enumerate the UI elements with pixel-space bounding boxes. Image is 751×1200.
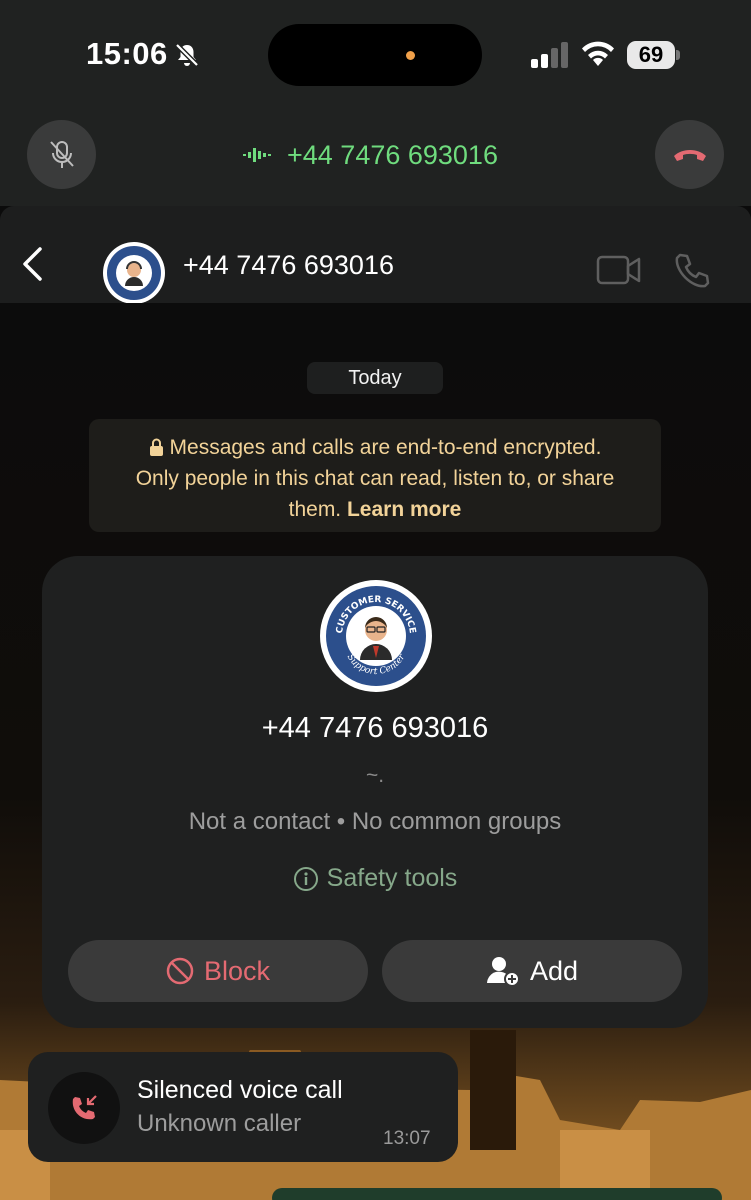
wifi-icon (582, 41, 614, 66)
contact-info-card: CUSTOMER SERVICE Support Center +44 7476… (42, 556, 708, 1028)
video-call-icon[interactable] (596, 254, 642, 286)
mute-button[interactable] (27, 120, 96, 189)
end-call-button[interactable] (655, 120, 724, 189)
block-button[interactable]: Block (68, 940, 368, 1002)
battery-level: 69 (627, 41, 675, 69)
bell-slash-icon (175, 43, 199, 67)
call-event-subtitle: Unknown caller (137, 1110, 302, 1137)
safety-tools-link[interactable]: Safety tools (42, 864, 708, 893)
call-number-text: +44 7476 693016 (287, 139, 498, 170)
dynamic-island (268, 24, 482, 86)
back-chevron-icon[interactable] (20, 246, 44, 282)
battery-icon: 69 (627, 41, 680, 69)
learn-more-link[interactable]: Learn more (347, 498, 461, 521)
card-about: ~. (365, 764, 385, 787)
active-call-bar[interactable]: +44 7476 693016 (0, 108, 751, 206)
card-meta: Not a contact • No common groups (188, 808, 562, 835)
voice-call-icon[interactable] (673, 252, 711, 290)
missed-call-icon-wrap (48, 1072, 120, 1144)
outgoing-bubble-edge (272, 1188, 722, 1200)
block-label: Block (203, 955, 271, 986)
call-event-bubble[interactable]: Silenced voice call Unknown caller 13:07 (28, 1052, 458, 1162)
encryption-line-1: Messages and calls are end-to-end encryp… (169, 436, 602, 459)
cellular-signal-icon (531, 42, 568, 68)
lock-icon (149, 438, 163, 456)
chat-header: +44 7476 693016 (0, 206, 751, 304)
info-icon (293, 866, 318, 891)
clock: 15:06 (86, 36, 168, 71)
encryption-line-2: Only people in this chat can read, liste… (135, 467, 615, 490)
add-label: Add (529, 955, 579, 986)
mute-microphone-icon (50, 141, 74, 168)
add-person-icon (486, 957, 520, 987)
card-phone-number: +44 7476 693016 (261, 712, 489, 744)
status-bar: 15:06 69 (0, 0, 751, 108)
customer-service-logo: CUSTOMER SERVICE Support Center (320, 580, 432, 692)
recording-indicator (406, 51, 415, 60)
missed-call-icon (72, 1095, 97, 1120)
call-event-title: Silenced voice call (137, 1076, 343, 1104)
end-call-icon (674, 150, 706, 161)
audio-wave-icon (243, 148, 271, 162)
chat-title[interactable]: +44 7476 693016 (183, 250, 394, 281)
block-icon (166, 957, 194, 985)
call-event-time: 13:07 (383, 1128, 431, 1149)
contact-avatar[interactable] (103, 242, 165, 304)
encryption-notice[interactable]: Messages and calls are end-to-end encryp… (89, 419, 661, 532)
encryption-line-3: them. (288, 498, 347, 521)
add-contact-button[interactable]: Add (382, 940, 682, 1002)
safety-tools-label: Safety tools (326, 864, 458, 892)
call-number[interactable]: +44 7476 693016 (243, 138, 498, 172)
date-chip: Today (307, 362, 443, 394)
